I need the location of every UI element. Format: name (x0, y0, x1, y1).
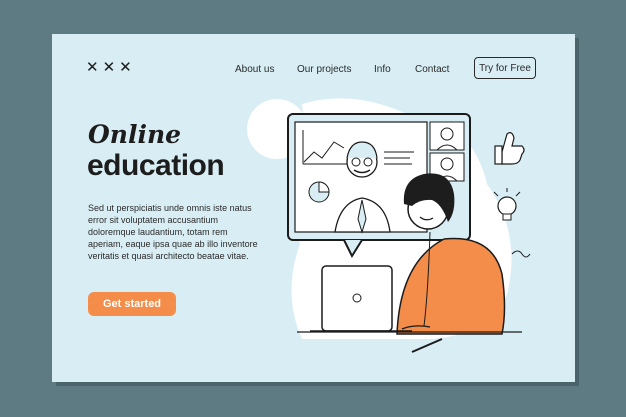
hero-title-line1: Online (88, 120, 182, 149)
thumbs-up-icon (494, 132, 525, 165)
hero-title-line2: education (87, 149, 225, 182)
get-started-button[interactable]: Get started (88, 292, 176, 316)
hero-description: Sed ut perspiciatis unde omnis iste natu… (88, 203, 258, 261)
decor-squiggle (511, 250, 531, 258)
landing-page-card: ✕ ✕ ✕ About us Our projects Info Contact… (52, 34, 575, 382)
pencil (411, 338, 443, 353)
